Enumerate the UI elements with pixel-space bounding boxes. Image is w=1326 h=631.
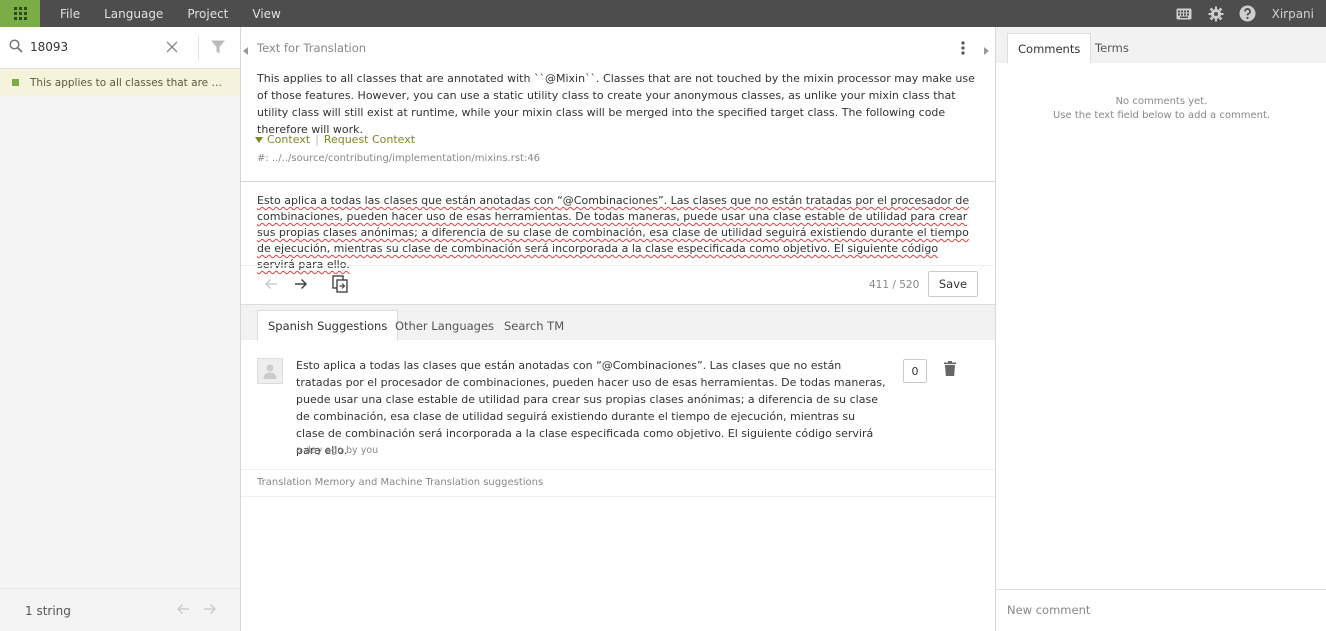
suggestion-tabs: Spanish Suggestions Other Languages Sear… [241,304,995,341]
menu-language[interactable]: Language [104,7,163,21]
units-sidebar: 18093 This applies to all classes that a… [0,27,241,631]
unit-list-item-text: This applies to all classes that are ann… [30,76,228,89]
source-title: Text for Translation [257,41,367,55]
divider [241,265,995,266]
source-location: #: ../../source/contributing/implementat… [257,153,541,164]
user-name[interactable]: Xirpani [1264,7,1326,21]
more-options-icon[interactable] [961,40,965,59]
trash-icon[interactable] [944,361,956,379]
search-row: 18093 [0,27,240,69]
apps-grid-icon [13,7,27,20]
save-button[interactable]: Save [928,271,978,297]
menu-view[interactable]: View [252,7,280,21]
tab-other-languages[interactable]: Other Languages [385,310,504,341]
character-count: 411 / 520 [869,279,920,291]
top-bar: File Language Project View Xirpani [0,0,1326,27]
tab-terms[interactable]: Terms [1085,33,1139,63]
suggestion-item: Esto aplica a todas las clases que están… [241,340,995,470]
previous-unit-arrow-icon[interactable] [259,274,283,294]
tm-section-header: Translation Memory and Machine Translati… [241,470,995,497]
comments-panel: Comments Terms No comments yet. Use the … [995,27,1326,631]
menu-file[interactable]: File [60,7,80,21]
tab-search-tm[interactable]: Search TM [494,310,574,341]
main-menu: File Language Project View [60,0,305,27]
menu-project[interactable]: Project [187,7,228,21]
help-icon[interactable] [1232,0,1264,27]
empty-comments-message: No comments yet. Use the text field belo… [996,95,1326,123]
right-tabs: Comments Terms [996,27,1326,63]
context-row: Context | Request Context [255,133,415,146]
status-square-icon [12,79,19,86]
empty-comments-line-1: No comments yet. [1115,96,1208,107]
search-icon [9,39,23,56]
source-text: This applies to all classes that are ann… [257,72,975,136]
divider [241,181,995,182]
sidebar-footer: 1 string [0,588,240,631]
caret-down-icon [255,136,263,143]
separator: | [315,133,319,146]
request-context-link[interactable]: Request Context [324,133,415,146]
string-count: 1 string [25,604,71,618]
clear-search-icon[interactable] [166,41,178,56]
unit-list-item[interactable]: This applies to all classes that are ann… [0,69,240,96]
translation-textarea[interactable]: Esto aplica a todas las clases que están… [257,193,979,273]
gear-icon[interactable] [1200,0,1232,27]
comment-box [996,589,1326,631]
top-right-controls: Xirpani [1168,0,1326,27]
filter-icon[interactable] [210,39,226,58]
source-header: Text for Translation [241,27,995,69]
copy-source-icon[interactable] [328,274,352,294]
search-input[interactable]: 18093 [30,40,68,54]
tab-comments[interactable]: Comments [1007,33,1092,63]
keyboard-icon[interactable] [1168,0,1200,27]
collapse-right-icon[interactable] [984,44,989,58]
next-unit-arrow-icon[interactable] [289,274,313,294]
vote-count[interactable]: 0 [903,359,927,383]
tab-spanish-suggestions[interactable]: Spanish Suggestions [257,310,399,341]
avatar [257,358,283,384]
next-arrow-icon[interactable] [203,603,217,618]
previous-arrow-icon[interactable] [176,603,190,618]
context-toggle[interactable]: Context [267,133,310,146]
divider [198,35,199,61]
tm-section-title: Translation Memory and Machine Translati… [257,477,544,488]
new-comment-input[interactable] [1007,603,1307,617]
suggestion-meta: a day ago by you [296,445,379,456]
suggestion-text[interactable]: Esto aplica a todas las clases que están… [296,357,886,459]
editor-panel: Text for Translation This applies to all… [241,27,995,631]
apps-button[interactable] [0,0,40,27]
empty-comments-line-2: Use the text field below to add a commen… [1052,110,1271,121]
